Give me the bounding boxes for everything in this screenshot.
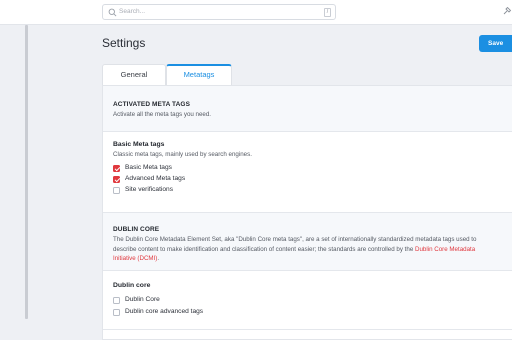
checkbox-unchecked[interactable] <box>113 187 120 194</box>
dublin-core-description: The Dublin Core Metadata Element Set, ak… <box>113 235 509 264</box>
checkbox-checked[interactable] <box>113 165 120 172</box>
settings-panel: ACTIVATED META TAGS Activate all the met… <box>102 85 512 340</box>
search-icon <box>108 8 117 17</box>
pin-icon[interactable] <box>502 6 512 16</box>
sidebar <box>0 25 30 340</box>
section-description: Activate all the meta tags you need. <box>113 111 212 118</box>
description-text: describe content to make identification … <box>113 245 415 253</box>
search-placeholder: Search... <box>119 8 146 15</box>
dublin-core-title: Dublin core <box>113 282 151 289</box>
tab-metatags[interactable]: Metatags <box>166 64 232 85</box>
checkbox-checked[interactable] <box>113 176 120 183</box>
checkbox-unchecked[interactable] <box>113 309 120 316</box>
section-divider <box>103 329 512 330</box>
top-bar: Search... / <box>0 0 512 25</box>
checkbox-unchecked[interactable] <box>113 297 120 304</box>
checkbox-label: Dublin Core <box>125 296 160 303</box>
dublin-core-header: DUBLIN CORE The Dublin Core Metadata Ele… <box>103 212 512 271</box>
checkbox-label: Advanced Meta tags <box>125 175 186 182</box>
basic-meta-tags-description: Classic meta tags, mainly used by search… <box>113 151 252 158</box>
page-title: Settings <box>102 36 146 50</box>
search-shortcut-key: / <box>324 8 331 17</box>
basic-meta-tags-title: Basic Meta tags <box>113 141 165 148</box>
tab-general[interactable]: General <box>102 64 166 85</box>
dcmi-link[interactable]: Dublin Core Metadata <box>415 246 475 253</box>
section-heading: DUBLIN CORE <box>113 226 160 233</box>
description-text: The Dublin Core Metadata Element Set, ak… <box>113 236 477 243</box>
section-heading: ACTIVATED META TAGS <box>113 101 191 108</box>
dcmi-link-continued[interactable]: Initiative (DCMI) <box>113 255 157 262</box>
checkbox-label: Basic Meta tags <box>125 164 172 171</box>
sidebar-scrollbar[interactable] <box>25 25 28 319</box>
search-box[interactable]: Search... / <box>102 4 336 20</box>
checkbox-label: Dublin core advanced tags <box>125 308 204 315</box>
save-button[interactable]: Save <box>479 35 512 52</box>
description-text: . <box>157 255 160 262</box>
activated-meta-tags-header: ACTIVATED META TAGS Activate all the met… <box>103 86 512 132</box>
checkbox-label: Site verifications <box>125 186 174 193</box>
